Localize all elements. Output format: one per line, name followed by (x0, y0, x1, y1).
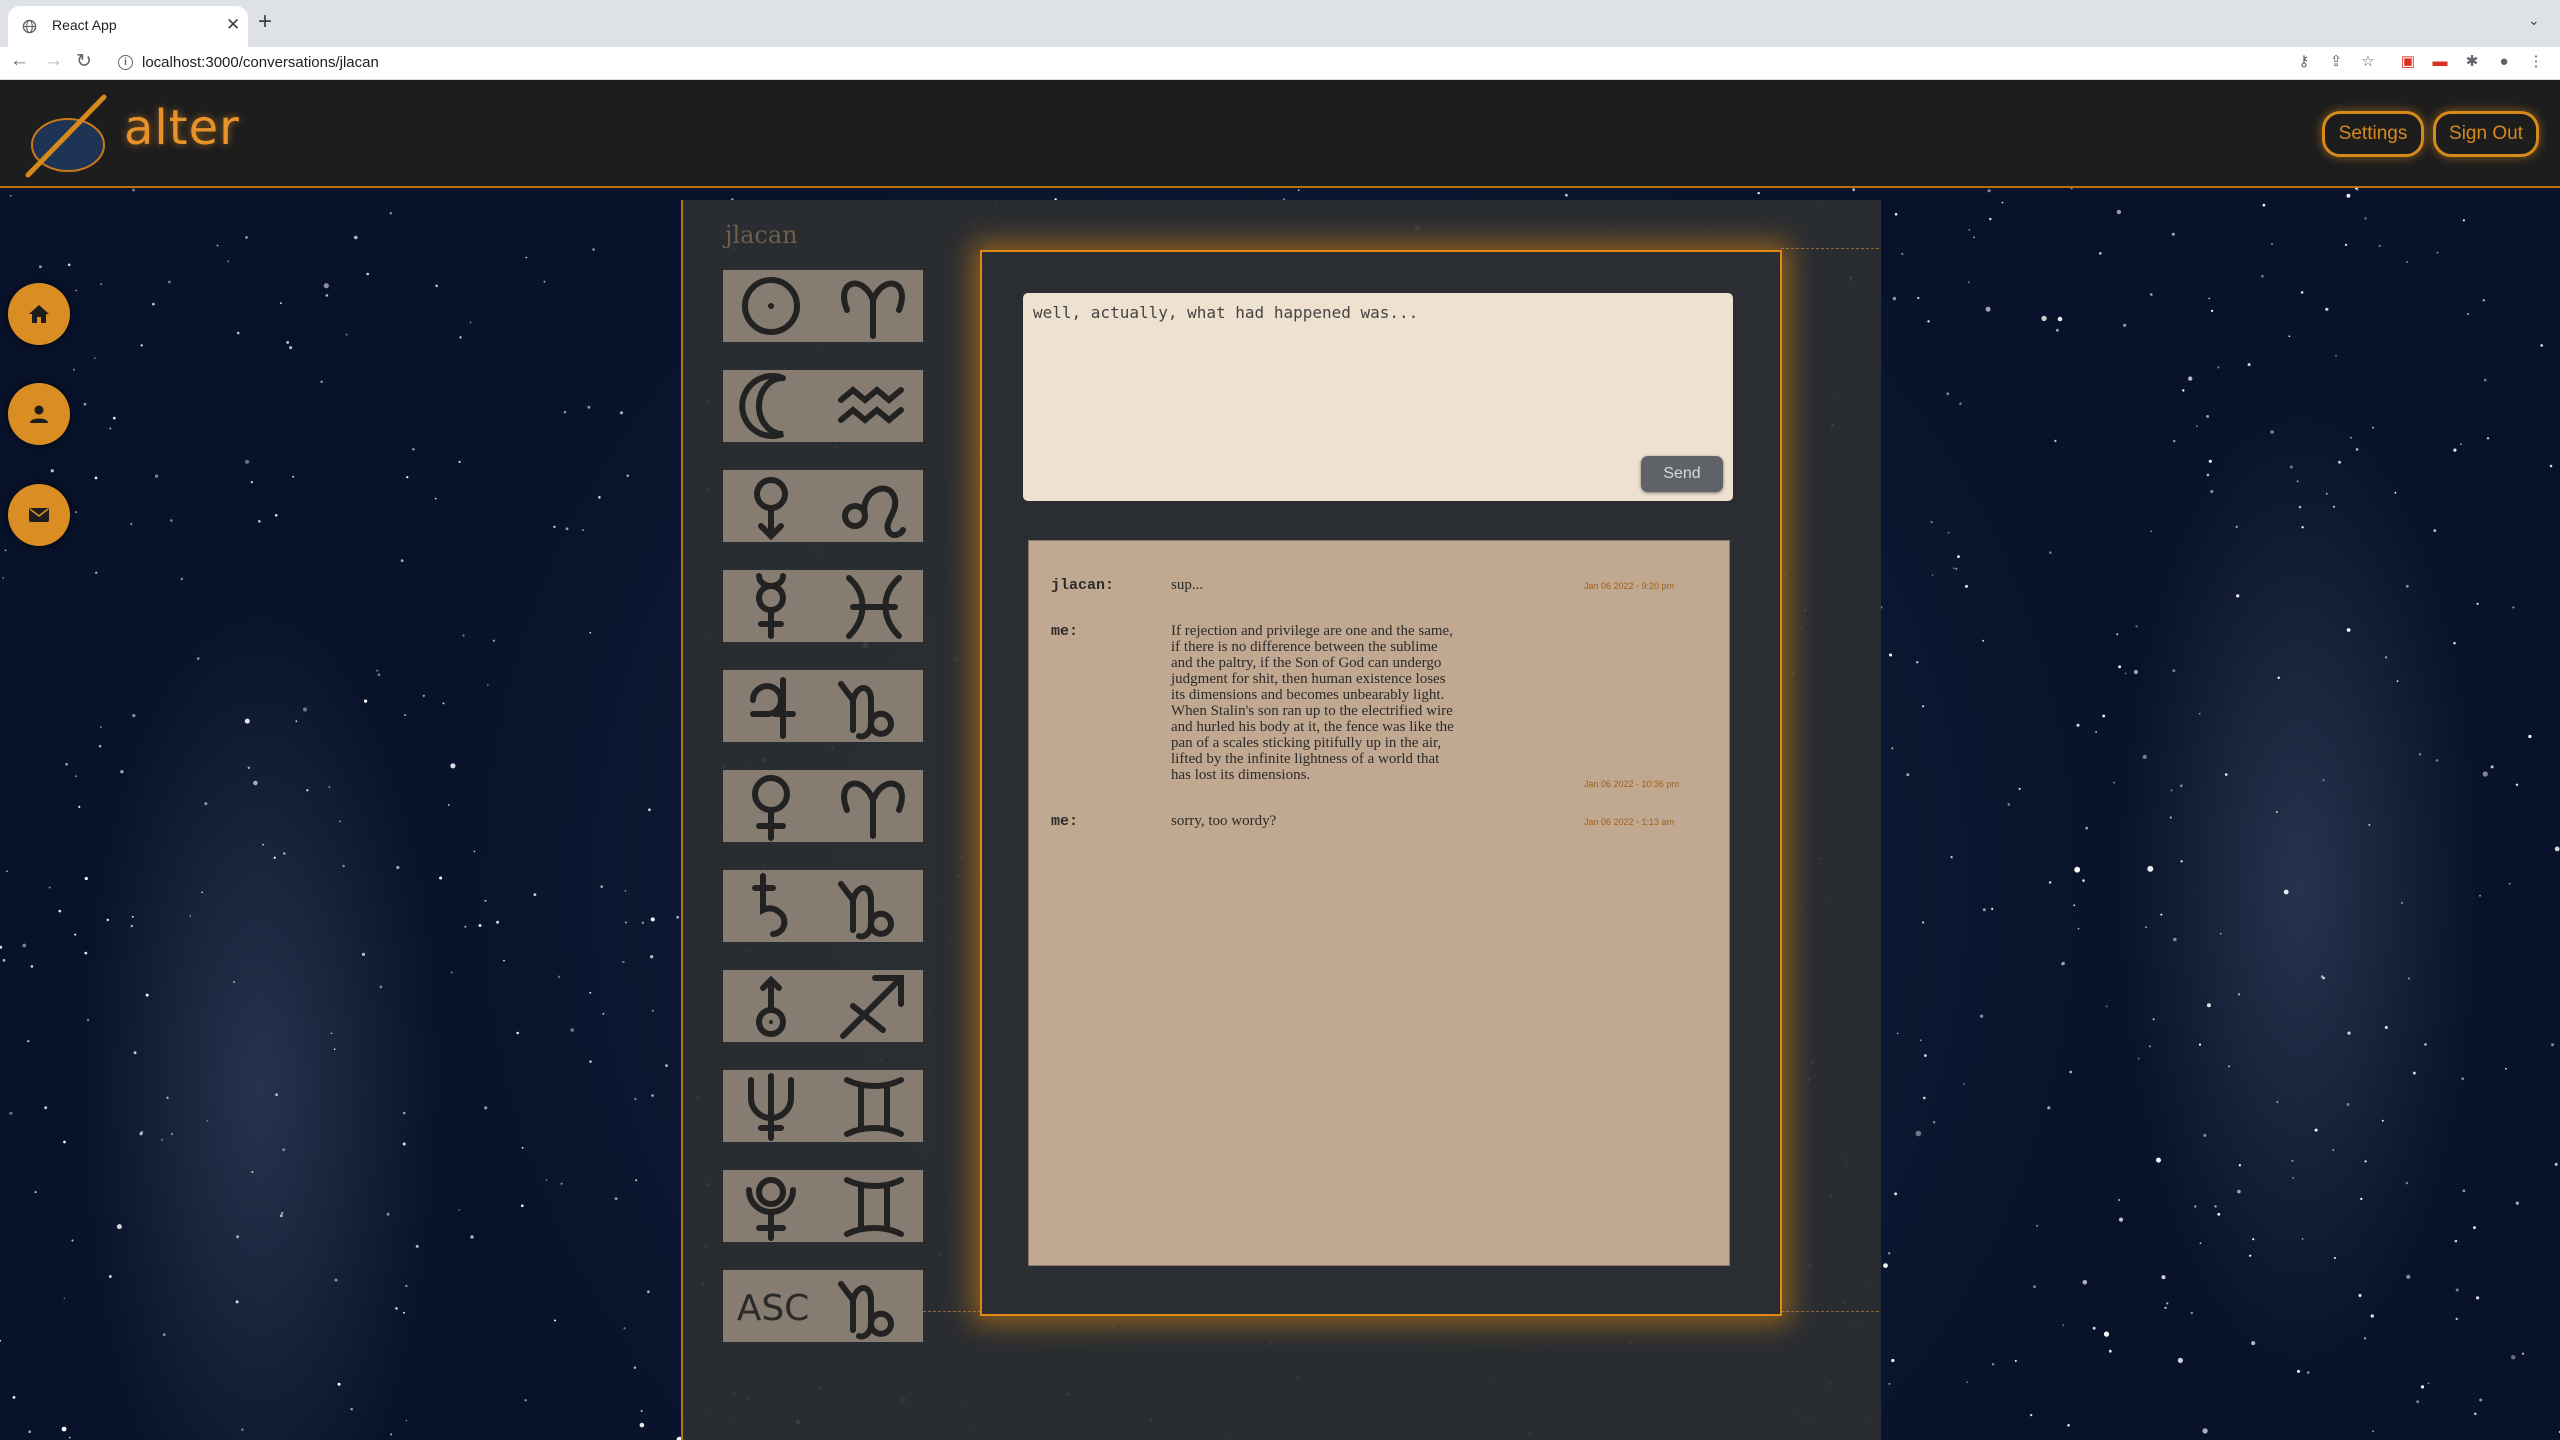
person-icon (30, 405, 48, 423)
key-icon[interactable]: ⚷ (2296, 54, 2312, 70)
globe-icon (22, 19, 37, 34)
glyph-pair (742, 277, 905, 339)
aquarius-icon (838, 386, 904, 424)
chart-placement-row (723, 770, 923, 842)
message-text: sorry, too wordy? (1171, 813, 1277, 829)
profile-nav-button[interactable] (8, 383, 70, 445)
glyph-pair (754, 477, 906, 541)
leo-icon (842, 485, 906, 539)
chart-placement-row (723, 570, 923, 642)
url-text: localhost:3000/conversations/jlacan (142, 54, 379, 71)
chart-placement-row (723, 1070, 923, 1142)
pluto-icon (746, 1177, 796, 1241)
back-icon[interactable]: ← (10, 50, 29, 72)
chart-placement-row (723, 470, 923, 542)
home-nav-button[interactable] (8, 283, 70, 345)
divider (1781, 248, 1879, 249)
home-icon (29, 305, 49, 323)
venus-icon (752, 775, 790, 841)
browser-menu-icon[interactable]: ⋮ (2528, 54, 2544, 70)
logo-text[interactable]: alter (124, 100, 240, 156)
bookmark-star-icon[interactable]: ☆ (2360, 54, 2376, 70)
glyph-pair (750, 677, 894, 740)
chart-placement-row (723, 670, 923, 742)
ascendant-label: ASC (736, 1288, 810, 1329)
message-text: If rejection and privilege are one and t… (1171, 623, 1454, 783)
sign-out-button[interactable]: Sign Out (2433, 111, 2539, 157)
glyph-pair (746, 1177, 904, 1241)
new-tab-icon[interactable]: + (258, 8, 272, 36)
mercury-icon (756, 573, 786, 639)
settings-button[interactable]: Settings (2322, 111, 2424, 157)
message-timestamp: Jan 06 2022 - 10:36 pm (1584, 779, 1680, 789)
reload-icon[interactable]: ↻ (76, 50, 92, 73)
extension-lastpass-icon[interactable]: ▬ (2432, 54, 2448, 70)
close-tab-icon[interactable]: ✕ (226, 15, 240, 35)
capricorn-icon (838, 681, 894, 740)
message-sender: me: (1051, 623, 1079, 640)
glyph-pair (752, 775, 905, 841)
chat-box: well, actually, what had happened was...… (980, 250, 1782, 1316)
address-bar[interactable]: i localhost:3000/conversations/jlacan (110, 53, 2260, 73)
mail-icon (29, 508, 49, 522)
uranus-icon (756, 975, 786, 1037)
conversation-partner-name: jlacan (725, 221, 798, 249)
capricorn-icon (838, 1281, 894, 1340)
glyph-pair (756, 573, 902, 639)
sagittarius-icon (840, 975, 904, 1039)
chart-placement-row (723, 370, 923, 442)
message-timestamp: Jan 06 2022 - 1:13 am (1584, 817, 1675, 827)
messages-nav-button[interactable] (8, 484, 70, 546)
neptune-icon (748, 1073, 794, 1141)
moon-icon (739, 373, 786, 439)
site-info-icon[interactable]: i (118, 55, 133, 70)
chart-placement-row: ASC (723, 1270, 923, 1342)
gemini-icon (844, 1077, 904, 1137)
message-timestamp: Jan 06 2022 - 9:20 pm (1584, 581, 1675, 591)
glyph-pair (739, 373, 904, 439)
browser-tab[interactable]: React App ✕ (8, 6, 248, 47)
share-icon[interactable]: ⇪ (2328, 54, 2344, 70)
glyph-pair (748, 1073, 904, 1141)
chart-placement-row (723, 270, 923, 342)
tab-title: React App (52, 17, 117, 33)
message-input-text: well, actually, what had happened was... (1033, 303, 1419, 322)
browser-tabstrip: React App ✕ + ⌄ (0, 0, 2560, 47)
saturn-icon (752, 873, 788, 937)
sun-icon (742, 277, 800, 335)
glyph-pair (756, 975, 904, 1039)
message-sender: me: (1051, 813, 1079, 830)
extensions-puzzle-icon[interactable]: ✱ (2464, 54, 2480, 70)
profile-avatar-icon[interactable]: ● (2496, 54, 2512, 70)
capricorn-icon (838, 881, 894, 940)
message-input[interactable]: well, actually, what had happened was...… (1023, 293, 1733, 501)
pisces-icon (846, 575, 902, 639)
tab-search-icon[interactable]: ⌄ (2528, 12, 2540, 29)
send-button[interactable]: Send (1641, 456, 1723, 492)
message-text: sup... (1171, 577, 1204, 593)
mars-icon (754, 477, 788, 541)
chart-placement-row (723, 1170, 923, 1242)
forward-icon[interactable]: → (44, 50, 63, 72)
gemini-icon (844, 1177, 904, 1237)
chart-placement-row (723, 870, 923, 942)
app-header (0, 80, 2560, 188)
jupiter-icon (750, 677, 796, 739)
glyph-pair (752, 873, 894, 940)
logo-icon[interactable] (24, 93, 116, 179)
aries-icon (841, 780, 905, 839)
message-sender: jlacan: (1051, 577, 1115, 594)
chart-placement-row (723, 970, 923, 1042)
browser-toolbar: ← → ↻ i localhost:3000/conversations/jla… (0, 47, 2560, 80)
extension-red-icon[interactable]: ▣ (2400, 54, 2416, 70)
message-log: jlacan: sup... Jan 06 2022 - 9:20 pm me: If … (1028, 540, 1730, 1266)
aries-icon (841, 280, 905, 339)
